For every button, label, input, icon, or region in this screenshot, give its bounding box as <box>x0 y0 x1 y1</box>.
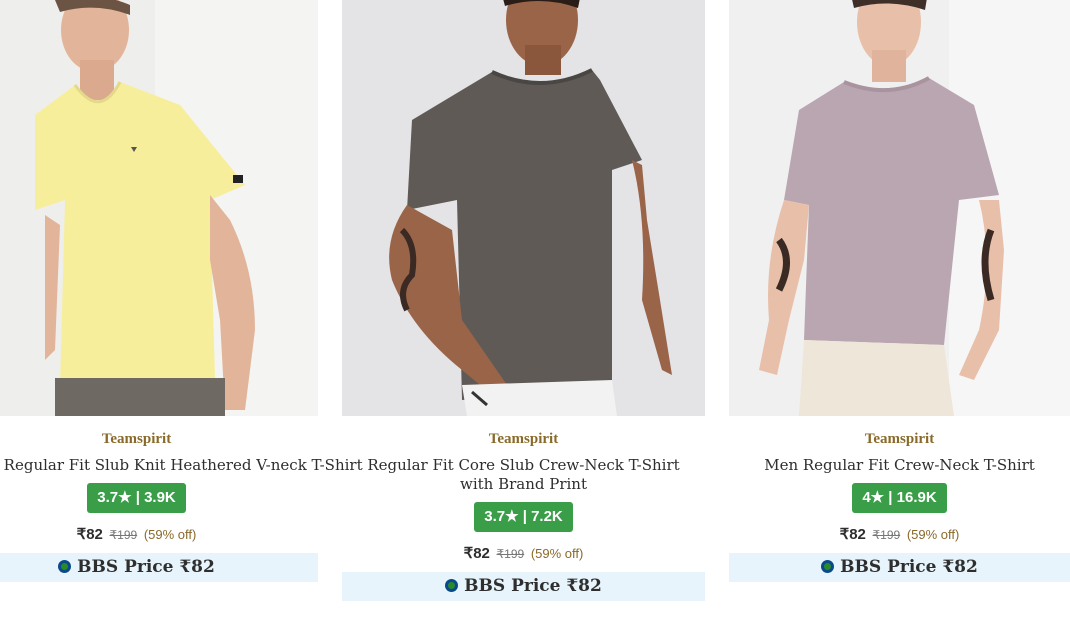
bbs-price-label: BBS Price ₹82 <box>464 576 602 596</box>
bbs-logo-icon <box>821 560 835 573</box>
product-name[interactable]: Regular Fit Core Slub Crew-Neck T-Shirt … <box>342 456 705 494</box>
bbs-price-label: BBS Price ₹82 <box>77 557 215 577</box>
sale-price: ₹82 <box>463 545 490 562</box>
product-card[interactable]: Teamspirit Men Regular Fit Slub Knit Hea… <box>0 0 363 582</box>
rating-badge: 3.7★ | 3.9K <box>87 483 186 513</box>
product-card[interactable]: Teamspirit Regular Fit Core Slub Crew-Ne… <box>342 0 705 601</box>
product-photo <box>342 0 705 416</box>
bbs-price-banner: BBS Price ₹82 <box>342 572 705 601</box>
product-photo <box>0 0 318 416</box>
sale-price: ₹82 <box>839 526 866 543</box>
bbs-price-banner: BBS Price ₹82 <box>729 553 1070 582</box>
product-card[interactable]: Teamspirit Men Regular Fit Crew-Neck T-S… <box>729 0 1070 582</box>
product-brand: Teamspirit <box>864 431 935 447</box>
product-name[interactable]: Men Regular Fit Slub Knit Heathered V-ne… <box>0 456 363 475</box>
price-line: ₹82 ₹199 (59% off) <box>342 546 705 562</box>
bbs-price-label: BBS Price ₹82 <box>840 557 978 577</box>
product-name[interactable]: Men Regular Fit Crew-Neck T-Shirt <box>729 456 1070 475</box>
product-image[interactable] <box>342 0 705 416</box>
bbs-logo-icon <box>58 560 72 573</box>
bbs-price-banner: BBS Price ₹82 <box>0 553 318 582</box>
discount-text: (59% off) <box>143 527 197 542</box>
rating-badge: 4★ | 16.9K <box>852 483 947 513</box>
discount-text: (59% off) <box>530 546 584 561</box>
product-image[interactable] <box>729 0 1070 416</box>
discount-text: (59% off) <box>906 527 960 542</box>
product-image[interactable] <box>0 0 318 416</box>
price-line: ₹82 ₹199 (59% off) <box>729 527 1070 543</box>
mrp-price: ₹199 <box>872 528 901 542</box>
rating-badge: 3.7★ | 7.2K <box>474 502 573 532</box>
product-photo <box>729 0 1070 416</box>
sale-price: ₹82 <box>76 526 103 543</box>
bbs-logo-icon <box>445 579 459 592</box>
product-brand: Teamspirit <box>488 431 559 447</box>
product-brand: Teamspirit <box>101 431 172 447</box>
mrp-price: ₹199 <box>496 547 525 561</box>
price-line: ₹82 ₹199 (59% off) <box>0 527 318 543</box>
mrp-price: ₹199 <box>109 528 138 542</box>
